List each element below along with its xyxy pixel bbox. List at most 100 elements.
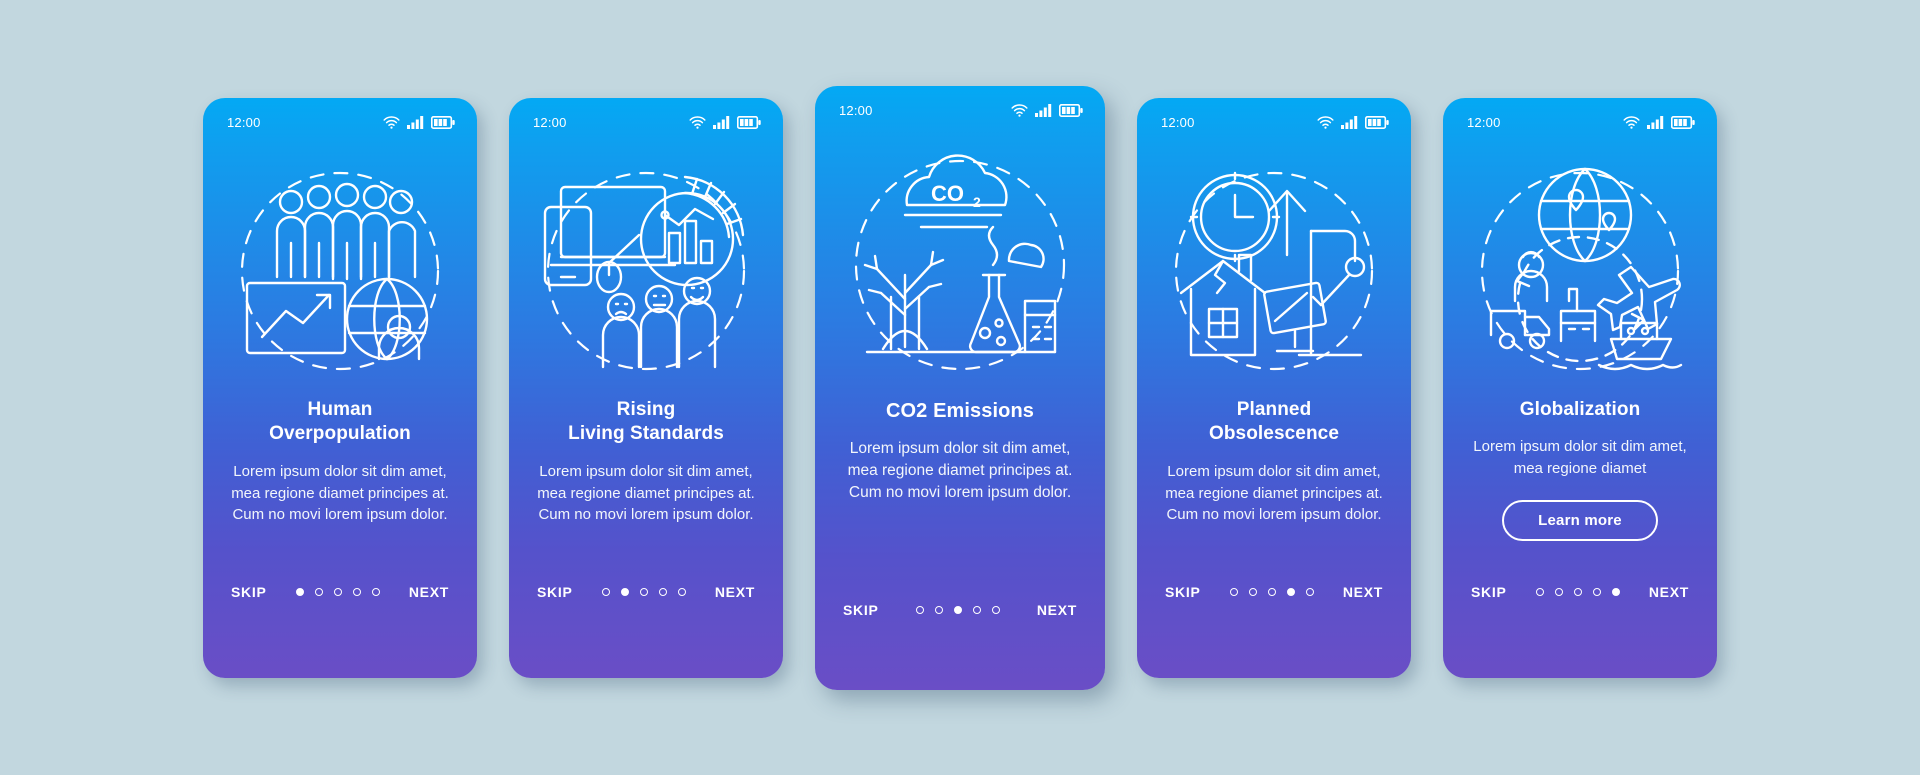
co2-cloud-tree-factory-icon: CO 2	[854, 153, 1066, 370]
onboarding-screens-stage: 12:00 Human Overpopulation Lorem ipsum d…	[0, 0, 1920, 775]
card-nav: SKIP NEXT	[1137, 584, 1411, 678]
onboarding-card-globalization: 12:00 Globalization Lorem ipsum dolor si…	[1443, 97, 1717, 678]
pagination-dot-5[interactable]	[677, 587, 686, 596]
skip-button[interactable]: SKIP	[843, 602, 878, 618]
devices-donut-chart-people-icon	[543, 171, 746, 370]
status-bar-clock: 12:00	[227, 115, 261, 130]
pagination-dot-1[interactable]	[601, 587, 610, 596]
card-title: Planned Obsolescence	[1208, 398, 1340, 445]
pagination-dot-5[interactable]	[1611, 587, 1620, 596]
status-bar-icons	[689, 116, 761, 129]
pagination-dot-3[interactable]	[333, 587, 342, 596]
card-body: Lorem ipsum dolor sit dim amet, mea regi…	[537, 462, 755, 524]
card-title: CO2 Emissions	[885, 399, 1035, 422]
status-bar-icons	[1011, 104, 1083, 117]
skip-button[interactable]: SKIP	[231, 584, 266, 600]
cellular-signal-icon	[407, 116, 424, 129]
status-bar-clock: 12:00	[839, 103, 873, 118]
crowd-chart-globe-icon	[240, 171, 440, 370]
pagination-dot-3[interactable]	[1267, 587, 1276, 596]
pagination-dot-4[interactable]	[972, 605, 981, 614]
pagination-dot-5[interactable]	[371, 587, 380, 596]
card-nav: SKIP NEXT	[203, 584, 477, 678]
card-body: Lorem ipsum dolor sit dim amet, mea regi…	[231, 462, 449, 524]
status-bar-icons	[1317, 116, 1389, 129]
battery-icon	[737, 116, 761, 129]
cellular-signal-icon	[1341, 116, 1358, 129]
cellular-signal-icon	[1035, 104, 1052, 117]
pagination-dot-4[interactable]	[1592, 587, 1601, 596]
pagination-dots	[295, 587, 380, 596]
battery-icon	[1059, 104, 1083, 117]
clock-house-factory-arm-icon	[1174, 171, 1374, 370]
learn-more-button[interactable]: Learn more	[1502, 499, 1658, 541]
status-bar: 12:00	[509, 98, 783, 140]
cellular-signal-icon	[1647, 116, 1664, 129]
learn-more-wrapper: Learn more	[1463, 499, 1697, 541]
onboarding-card-planned-obsolescence: 12:00 Planned Obsolescence Lorem ipsum d…	[1137, 97, 1411, 678]
card-title: Human Overpopulation	[269, 398, 411, 445]
card-nav: SKIP NEXT	[815, 602, 1105, 690]
svg-text:2: 2	[973, 194, 981, 210]
wifi-icon	[689, 116, 706, 129]
illustration-co2-cloud-tree-factory-icon: CO 2	[815, 128, 1105, 398]
skip-button[interactable]: SKIP	[537, 584, 572, 600]
pagination-dots	[601, 587, 686, 596]
text-block: Human Overpopulation Lorem ipsum dolor s…	[203, 398, 477, 527]
pagination-dot-3[interactable]	[639, 587, 648, 596]
next-button[interactable]: NEXT	[1037, 602, 1077, 618]
illustration-devices-donut-chart-people-icon	[509, 140, 783, 398]
illustration-clock-house-factory-arm-icon	[1137, 140, 1411, 398]
battery-icon	[1365, 116, 1389, 129]
pagination-dot-4[interactable]	[1286, 587, 1295, 596]
card-title: Rising Living Standards	[568, 398, 724, 445]
card-title: Globalization	[1519, 398, 1641, 420]
battery-icon	[431, 116, 455, 129]
status-bar: 12:00	[815, 86, 1105, 128]
pagination-dot-5[interactable]	[1305, 587, 1314, 596]
next-button[interactable]: NEXT	[1343, 584, 1383, 600]
text-block: CO2 Emissions Lorem ipsum dolor sit dim …	[815, 398, 1105, 505]
status-bar: 12:00	[1137, 98, 1411, 140]
pagination-dot-2[interactable]	[1248, 587, 1257, 596]
illustration-globe-transport-logistics-icon	[1443, 140, 1717, 398]
pagination-dot-1[interactable]	[295, 587, 304, 596]
pagination-dot-1[interactable]	[915, 605, 924, 614]
card-nav: SKIP NEXT	[509, 584, 783, 678]
pagination-dot-2[interactable]	[1554, 587, 1563, 596]
pagination-dot-3[interactable]	[953, 605, 962, 614]
pagination-dot-4[interactable]	[352, 587, 361, 596]
status-bar-clock: 12:00	[1161, 115, 1195, 130]
pagination-dot-3[interactable]	[1573, 587, 1582, 596]
pagination-dot-2[interactable]	[314, 587, 323, 596]
skip-button[interactable]: SKIP	[1471, 584, 1506, 600]
card-body: Lorem ipsum dolor sit dim amet, mea regi…	[847, 439, 1073, 502]
next-button[interactable]: NEXT	[715, 584, 755, 600]
card-list: 12:00 Human Overpopulation Lorem ipsum d…	[0, 0, 1920, 775]
text-block: Planned Obsolescence Lorem ipsum dolor s…	[1137, 398, 1411, 527]
status-bar: 12:00	[203, 98, 477, 140]
globe-transport-logistics-icon	[1480, 167, 1683, 370]
pagination-dot-2[interactable]	[620, 587, 629, 596]
pagination-dot-2[interactable]	[934, 605, 943, 614]
next-button[interactable]: NEXT	[1649, 584, 1689, 600]
skip-button[interactable]: SKIP	[1165, 584, 1200, 600]
pagination-dot-4[interactable]	[658, 587, 667, 596]
text-block: Rising Living Standards Lorem ipsum dolo…	[509, 398, 783, 527]
pagination-dot-1[interactable]	[1229, 587, 1238, 596]
card-body: Lorem ipsum dolor sit dim amet, mea regi…	[1473, 438, 1687, 477]
pagination-dot-1[interactable]	[1535, 587, 1544, 596]
onboarding-card-rising-living-standards: 12:00 Rising Living Standards Lorem ipsu…	[509, 97, 783, 678]
pagination-dots	[1535, 587, 1620, 596]
wifi-icon	[1011, 104, 1028, 117]
wifi-icon	[1317, 116, 1334, 129]
onboarding-card-human-overpopulation: 12:00 Human Overpopulation Lorem ipsum d…	[203, 97, 477, 678]
pagination-dot-5[interactable]	[991, 605, 1000, 614]
battery-icon	[1671, 116, 1695, 129]
status-bar-clock: 12:00	[1467, 115, 1501, 130]
text-block: Globalization Lorem ipsum dolor sit dim …	[1443, 398, 1717, 541]
status-bar-icons	[383, 116, 455, 129]
next-button[interactable]: NEXT	[409, 584, 449, 600]
wifi-icon	[383, 116, 400, 129]
status-bar-clock: 12:00	[533, 115, 567, 130]
